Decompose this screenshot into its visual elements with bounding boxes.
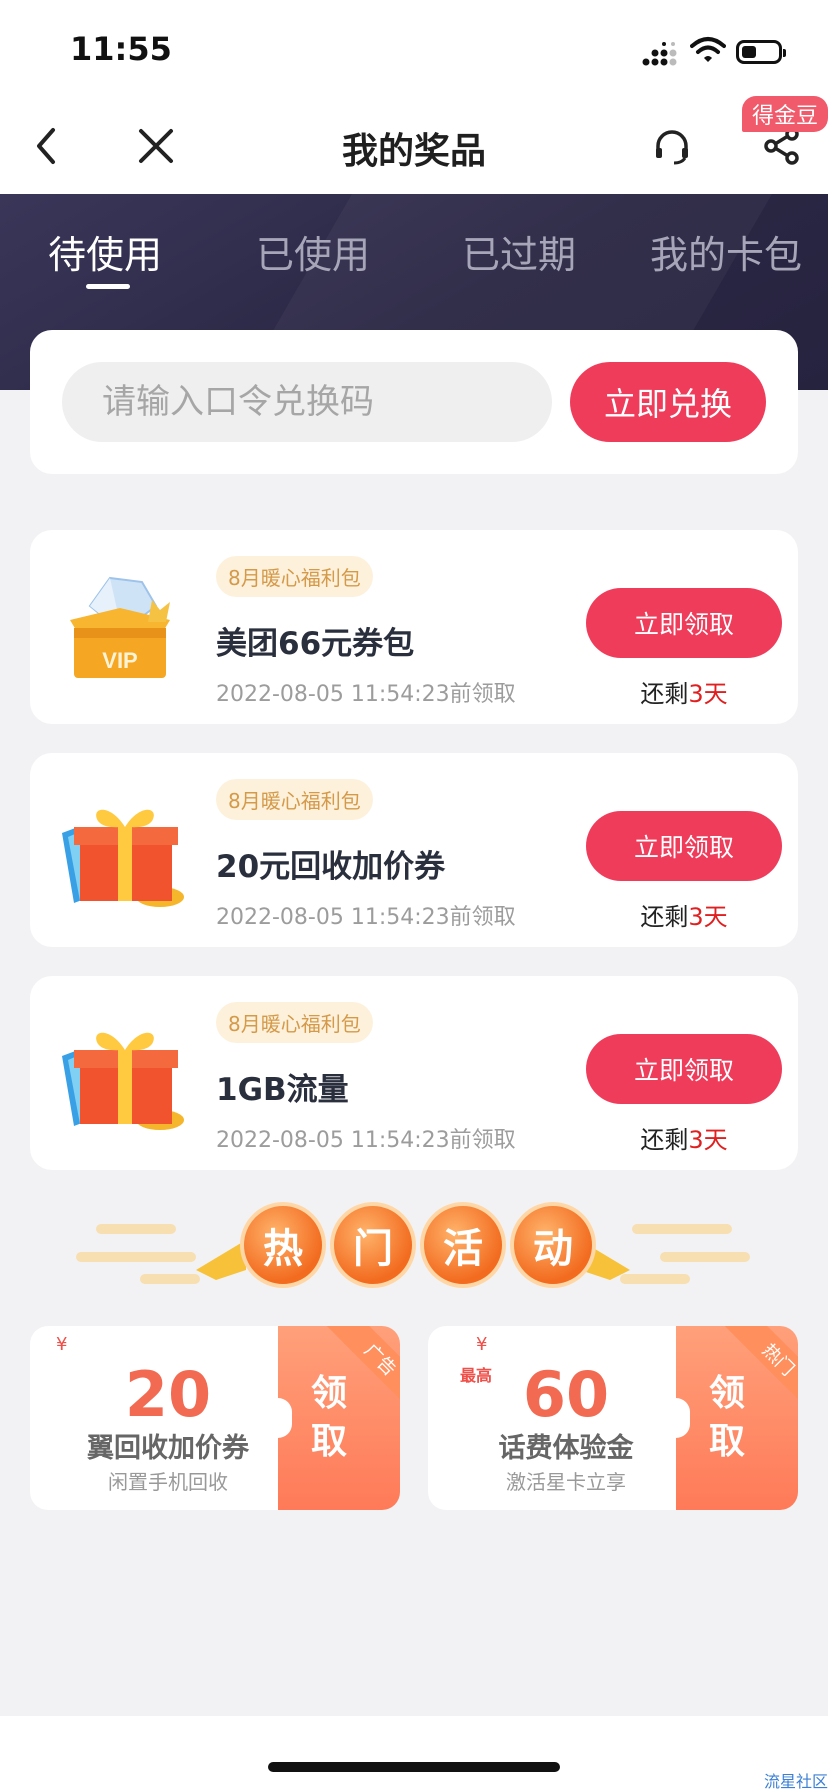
remaining-days: 还剩3天 [586, 674, 782, 709]
prize-tag: 8月暖心福利包 [216, 1002, 373, 1043]
active-tab-indicator [86, 284, 130, 289]
hot-activities-header: 热 门 活 动 [0, 1190, 828, 1300]
hot-title-char: 动 [510, 1202, 596, 1288]
decor-stripe [660, 1252, 750, 1262]
remaining-count: 3天 [688, 680, 728, 708]
prize-title: 1GB流量 [216, 1072, 349, 1108]
decor-stripe [140, 1274, 200, 1284]
status-time: 11:55 [70, 30, 172, 68]
tab-unused[interactable]: 待使用 [48, 224, 162, 279]
prize-card: 8月暖心福利包 20元回收加价券 2022-08-05 11:54:23前领取 … [30, 753, 798, 947]
redeem-code-panel: 立即兑换 [30, 330, 798, 474]
redeem-button[interactable]: 立即兑换 [570, 362, 766, 442]
promo-subtitle: 闲置手机回收 [108, 1470, 228, 1494]
claim-button[interactable]: 立即领取 [586, 1034, 782, 1104]
share-icon [764, 127, 799, 165]
left-ribbon-decor [196, 1240, 246, 1280]
headset-icon [656, 130, 688, 165]
claim-button[interactable]: 立即领取 [586, 588, 782, 658]
prize-title: 美团66元券包 [216, 626, 415, 662]
prize-card: 8月暖心福利包 1GB流量 2022-08-05 11:54:23前领取 立即领… [30, 976, 798, 1170]
tab-used[interactable]: 已使用 [256, 224, 370, 279]
decor-stripe [96, 1224, 176, 1234]
remaining-prefix: 还剩 [640, 903, 689, 931]
remaining-count: 3天 [688, 903, 728, 931]
redeem-code-input[interactable] [62, 362, 552, 442]
promo-title: 翼回收加价券 [87, 1433, 249, 1464]
promo-subtitle: 激活星卡立享 [506, 1470, 626, 1494]
prize-tag: 8月暖心福利包 [216, 556, 373, 597]
share-reward-badge: 得金豆 [742, 96, 828, 132]
promo-card[interactable]: ¥ 20 翼回收加价券 闲置手机回收 领取 广告 [30, 1326, 400, 1510]
customer-service-button[interactable] [644, 118, 700, 174]
status-bar: 11:55 [0, 0, 828, 96]
remaining-prefix: 还剩 [640, 1126, 689, 1154]
promo-claim-tab[interactable]: 领取 热门 [662, 1326, 798, 1510]
svg-text:VIP: VIP [102, 648, 137, 673]
remaining-count: 3天 [688, 1126, 728, 1154]
prize-deadline: 2022-08-05 11:54:23前领取 [216, 905, 516, 930]
remaining-days: 还剩3天 [586, 897, 782, 932]
promo-claim-label: 领取 [310, 1373, 347, 1462]
tab-expired[interactable]: 已过期 [462, 224, 576, 279]
prize-card: VIP 8月暖心福利包 美团66元券包 2022-08-05 11:54:23前… [30, 530, 798, 724]
cellular-signal-icon [642, 42, 677, 66]
promo-card[interactable]: ¥ 最高 60 话费体验金 激活星卡立享 领取 热门 [428, 1326, 798, 1510]
watermark: 流星社区 [763, 1772, 828, 1791]
promo-claim-tab[interactable]: 领取 广告 [264, 1326, 400, 1510]
page-title: 我的奖品 [341, 131, 486, 172]
hot-title-char: 热 [240, 1202, 326, 1288]
vip-crown-icon: VIP [70, 576, 170, 678]
prize-deadline: 2022-08-05 11:54:23前领取 [216, 1128, 516, 1153]
home-indicator[interactable] [268, 1762, 560, 1772]
battery-icon [736, 40, 786, 64]
hot-title-char: 活 [420, 1202, 506, 1288]
nav-bar: 我的奖品 得金豆 [0, 96, 828, 194]
remaining-prefix: 还剩 [640, 680, 689, 708]
home-bar: 流星社区 [0, 1716, 828, 1792]
claim-button[interactable]: 立即领取 [586, 811, 782, 881]
gift-box-icon [62, 1032, 184, 1130]
promo-currency: ¥ [56, 1334, 68, 1355]
gift-box-icon [62, 809, 184, 907]
prize-deadline: 2022-08-05 11:54:23前领取 [216, 682, 516, 707]
wifi-icon [690, 37, 726, 62]
promo-currency: ¥ [476, 1334, 488, 1355]
remaining-days: 还剩3天 [586, 1120, 782, 1155]
hot-title-char: 门 [330, 1202, 416, 1288]
prize-title: 20元回收加价券 [216, 849, 446, 885]
tab-my-cards[interactable]: 我的卡包 [650, 224, 802, 279]
prize-tag: 8月暖心福利包 [216, 779, 373, 820]
promo-title: 话费体验金 [498, 1433, 634, 1464]
decor-stripe [76, 1252, 196, 1262]
decor-stripe [632, 1224, 732, 1234]
decor-stripe [620, 1274, 690, 1284]
promo-claim-label: 领取 [708, 1373, 745, 1462]
